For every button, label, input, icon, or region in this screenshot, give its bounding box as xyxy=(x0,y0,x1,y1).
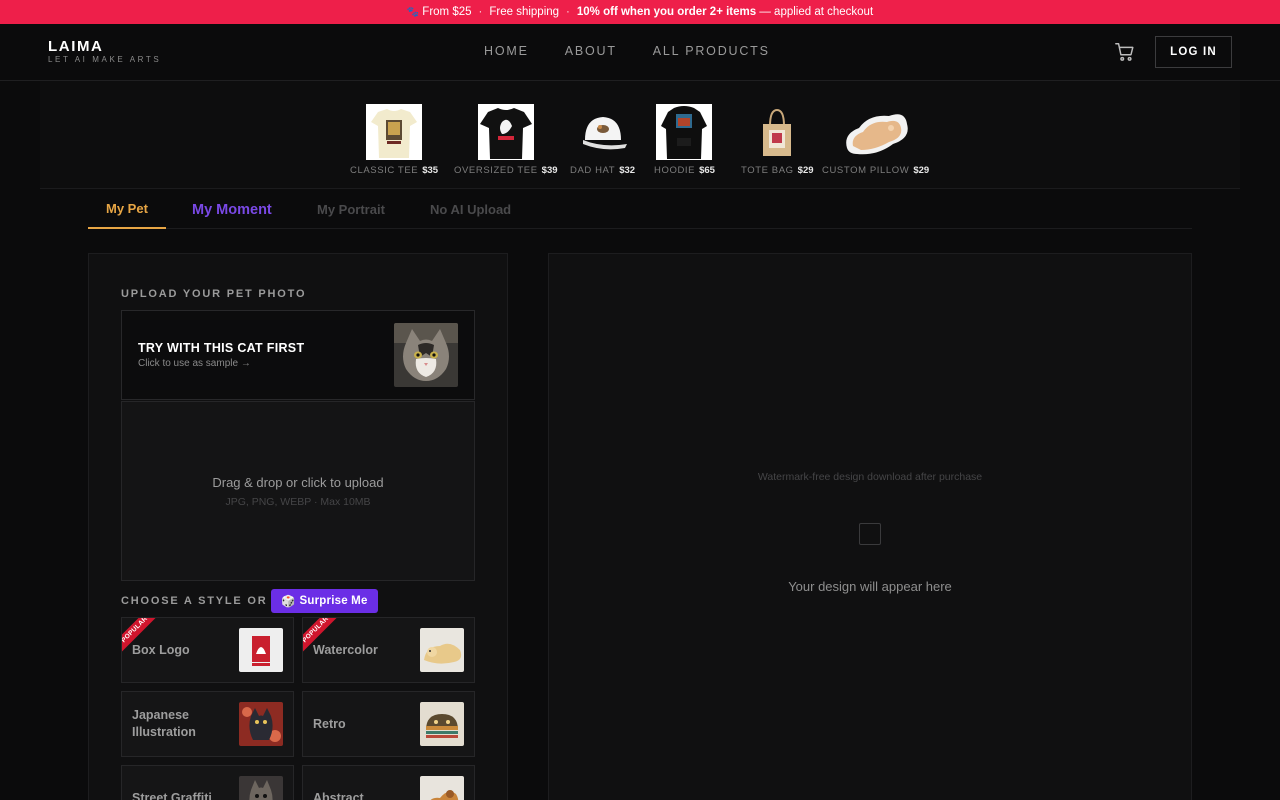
product-caption: TOTE BAG $29 xyxy=(741,165,814,176)
product-strip: CLASSIC TEE $35 OVERSIZED TEE $39 DAD HAT $… xyxy=(40,81,1240,189)
classic-tee-thumbnail xyxy=(366,104,423,160)
logo-tagline: LET AI MAKE ARTS xyxy=(48,55,162,64)
style-name: Street Graffiti xyxy=(132,790,212,800)
hoodie-thumbnail xyxy=(656,104,713,160)
product-name: OVERSIZED TEE xyxy=(454,165,538,176)
tab-my-pet[interactable]: My Pet xyxy=(88,190,166,229)
watermark-note: Watermark-free design download after pur… xyxy=(757,471,983,483)
sample-cat-image xyxy=(394,323,458,387)
product-name: CLASSIC TEE xyxy=(350,165,419,176)
promo-shipping: Free shipping xyxy=(489,6,560,18)
design-preview-panel: Watermark-free design download after pur… xyxy=(548,253,1192,800)
preview-placeholder-text: Your design will appear here xyxy=(788,579,952,594)
product-hoodie[interactable]: HOODIE $65 xyxy=(654,104,715,176)
dad-hat-thumbnail xyxy=(575,104,631,160)
upload-panel: UPLOAD YOUR PET PHOTO TRY WITH THIS CAT … xyxy=(88,253,508,800)
nav-about[interactable]: ABOUT xyxy=(565,44,617,58)
site-header: LAIMA LET AI MAKE ARTS HOME ABOUT ALL PR… xyxy=(0,24,1280,81)
logo[interactable]: LAIMA LET AI MAKE ARTS xyxy=(48,38,162,65)
style-category-tabs: My Pet My Moment My Portrait No AI Uploa… xyxy=(88,190,1192,229)
promo-separator: · xyxy=(478,6,483,18)
product-name: DAD HAT xyxy=(570,165,616,176)
product-caption: CUSTOM PILLOW $29 xyxy=(822,165,929,176)
watercolor-thumbnail xyxy=(420,628,464,672)
promo-applied: — applied at checkout xyxy=(759,6,874,18)
cart-icon[interactable] xyxy=(1114,41,1136,63)
product-oversized-tee[interactable]: OVERSIZED TEE $39 xyxy=(454,104,558,176)
login-button[interactable]: LOG IN xyxy=(1155,36,1232,68)
product-price: $65 xyxy=(699,165,715,176)
product-caption: HOODIE $65 xyxy=(654,165,715,176)
promo-bar: 🐾 From $25 · Free shipping · 10% off whe… xyxy=(0,0,1280,24)
product-caption: DAD HAT $32 xyxy=(570,165,635,176)
nav-all-products[interactable]: ALL PRODUCTS xyxy=(653,44,770,58)
image-placeholder-icon xyxy=(859,523,881,545)
product-name: CUSTOM PILLOW xyxy=(822,165,910,176)
product-name: HOODIE xyxy=(654,165,696,176)
tab-no-ai-upload[interactable]: No AI Upload xyxy=(430,190,511,229)
custom-pillow-thumbnail xyxy=(841,104,911,160)
style-name: Box Logo xyxy=(132,642,190,657)
style-card-box-logo[interactable]: Box Logo POPULAR xyxy=(121,617,294,683)
tab-my-portrait[interactable]: My Portrait xyxy=(317,190,385,229)
product-name: TOTE BAG xyxy=(741,165,794,176)
style-name: Watercolor xyxy=(313,642,378,657)
upload-dropzone[interactable]: Drag & drop or click to upload JPG, PNG,… xyxy=(121,401,475,581)
sample-cat-button[interactable]: TRY WITH THIS CAT FIRST Click to use as … xyxy=(121,310,475,400)
style-card-japanese-illustration[interactable]: Japanese Illustration xyxy=(121,691,294,757)
surprise-label: Surprise Me xyxy=(299,595,368,607)
product-classic-tee[interactable]: CLASSIC TEE $35 xyxy=(350,104,438,176)
product-caption: OVERSIZED TEE $39 xyxy=(454,165,558,176)
tab-my-moment[interactable]: My Moment xyxy=(192,190,272,229)
sample-title: TRY WITH THIS CAT FIRST xyxy=(138,341,305,355)
dropzone-formats: JPG, PNG, WEBP · Max 10MB xyxy=(225,496,371,508)
logo-title: LAIMA xyxy=(48,38,104,55)
style-card-watercolor[interactable]: Watercolor POPULAR xyxy=(302,617,475,683)
product-price: $32 xyxy=(619,165,636,176)
retro-thumbnail xyxy=(420,702,464,746)
style-name: Japanese Illustration xyxy=(132,708,196,739)
street-graffiti-thumbnail xyxy=(239,776,283,800)
style-label: CHOOSE A STYLE OR xyxy=(121,595,268,607)
oversized-tee-thumbnail xyxy=(477,104,534,160)
style-card-abstract[interactable]: Abstract xyxy=(302,765,475,800)
product-price: $35 xyxy=(422,165,439,176)
promo-from: From $25 xyxy=(422,6,472,18)
product-price: $29 xyxy=(913,165,930,176)
product-price: $39 xyxy=(541,165,558,176)
dropzone-instruction: Drag & drop or click to upload xyxy=(212,475,384,490)
tote-bag-thumbnail xyxy=(749,104,805,160)
sample-subtitle: Click to use as sample → xyxy=(138,358,251,369)
paw-icon: 🐾 xyxy=(406,6,420,18)
style-name: Abstract xyxy=(313,790,364,800)
box-logo-thumbnail xyxy=(239,628,283,672)
japanese-illustration-thumbnail xyxy=(239,702,283,746)
dice-icon: 🎲 xyxy=(281,596,296,608)
product-price: $29 xyxy=(797,165,814,176)
product-tote-bag[interactable]: TOTE BAG $29 xyxy=(741,104,814,176)
nav-home[interactable]: HOME xyxy=(484,44,529,58)
main-nav: HOME ABOUT ALL PRODUCTS xyxy=(484,44,770,58)
surprise-me-button[interactable]: 🎲 Surprise Me xyxy=(271,589,378,613)
promo-separator: · xyxy=(566,6,570,18)
style-card-street-graffiti[interactable]: Street Graffiti xyxy=(121,765,294,800)
style-name: Retro xyxy=(313,716,346,731)
product-dad-hat[interactable]: DAD HAT $32 xyxy=(570,104,635,176)
style-card-retro[interactable]: Retro xyxy=(302,691,475,757)
product-caption: CLASSIC TEE $35 xyxy=(350,165,438,176)
abstract-thumbnail xyxy=(420,776,464,800)
promo-discount: 10% off when you order 2+ items xyxy=(576,6,757,18)
upload-label: UPLOAD YOUR PET PHOTO xyxy=(121,288,307,300)
product-custom-pillow[interactable]: CUSTOM PILLOW $29 xyxy=(822,104,929,176)
